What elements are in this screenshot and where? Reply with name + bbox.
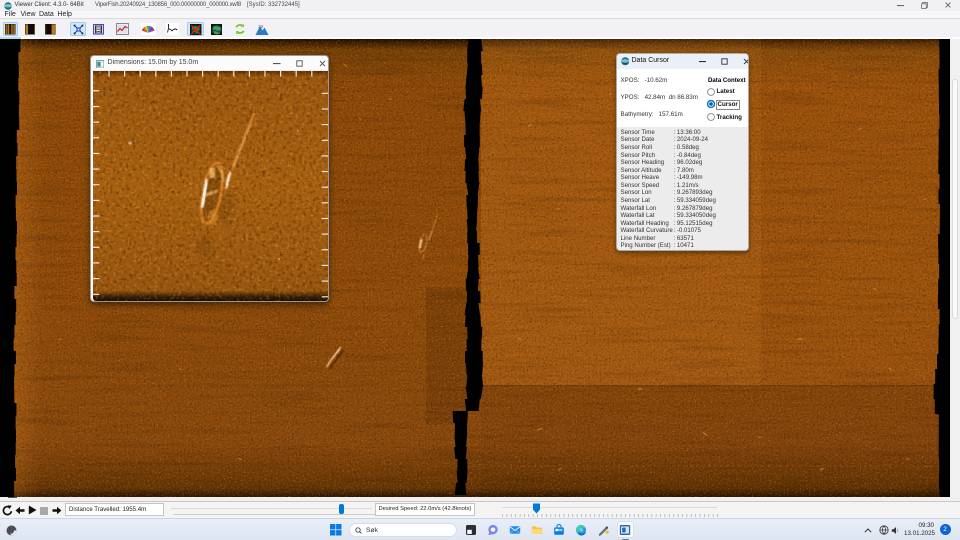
svg-text:32: 32 <box>258 24 264 29</box>
